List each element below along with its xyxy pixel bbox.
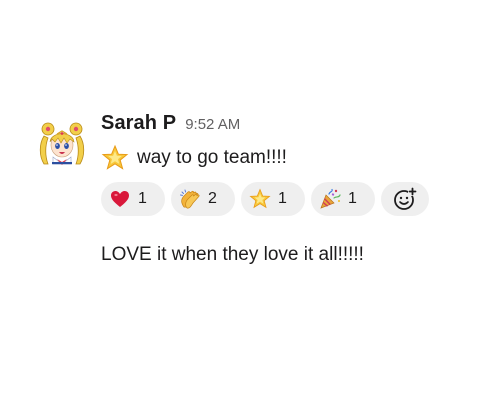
avatar[interactable] [38,118,86,166]
glowing-star-icon [101,144,129,170]
message-timestamp[interactable]: 9:52 AM [185,116,240,133]
message-text: way to go team!!!! [137,147,287,168]
glowing-star-icon [249,188,271,209]
reaction-count: 1 [348,190,357,207]
clapping-hands-icon [180,189,200,209]
followup-message-text: LOVE it when they love it all!!!!! [101,244,364,265]
add-reaction-icon [394,187,417,210]
reaction-heart[interactable]: 1 [101,182,165,216]
message-content: Sarah P 9:52 AM way to go team!!!! 1 2 1… [101,112,461,216]
reaction-star[interactable]: 1 [241,182,305,216]
message-header: Sarah P 9:52 AM [101,112,461,138]
reaction-party[interactable]: 1 [311,182,375,216]
chat-pane: Sarah P 9:52 AM way to go team!!!! 1 2 1… [0,0,480,400]
reactions-bar: 1 2 1 1 [101,182,461,216]
sender-name[interactable]: Sarah P [101,112,176,135]
avatar-image [39,122,85,165]
reaction-clap[interactable]: 2 [171,182,235,216]
reaction-count: 1 [138,190,147,207]
party-popper-icon [320,188,341,209]
add-reaction-button[interactable] [381,182,429,216]
message-body: way to go team!!!! [101,143,461,173]
reaction-count: 2 [208,190,217,207]
reaction-count: 1 [278,190,287,207]
red-heart-icon [111,191,129,207]
